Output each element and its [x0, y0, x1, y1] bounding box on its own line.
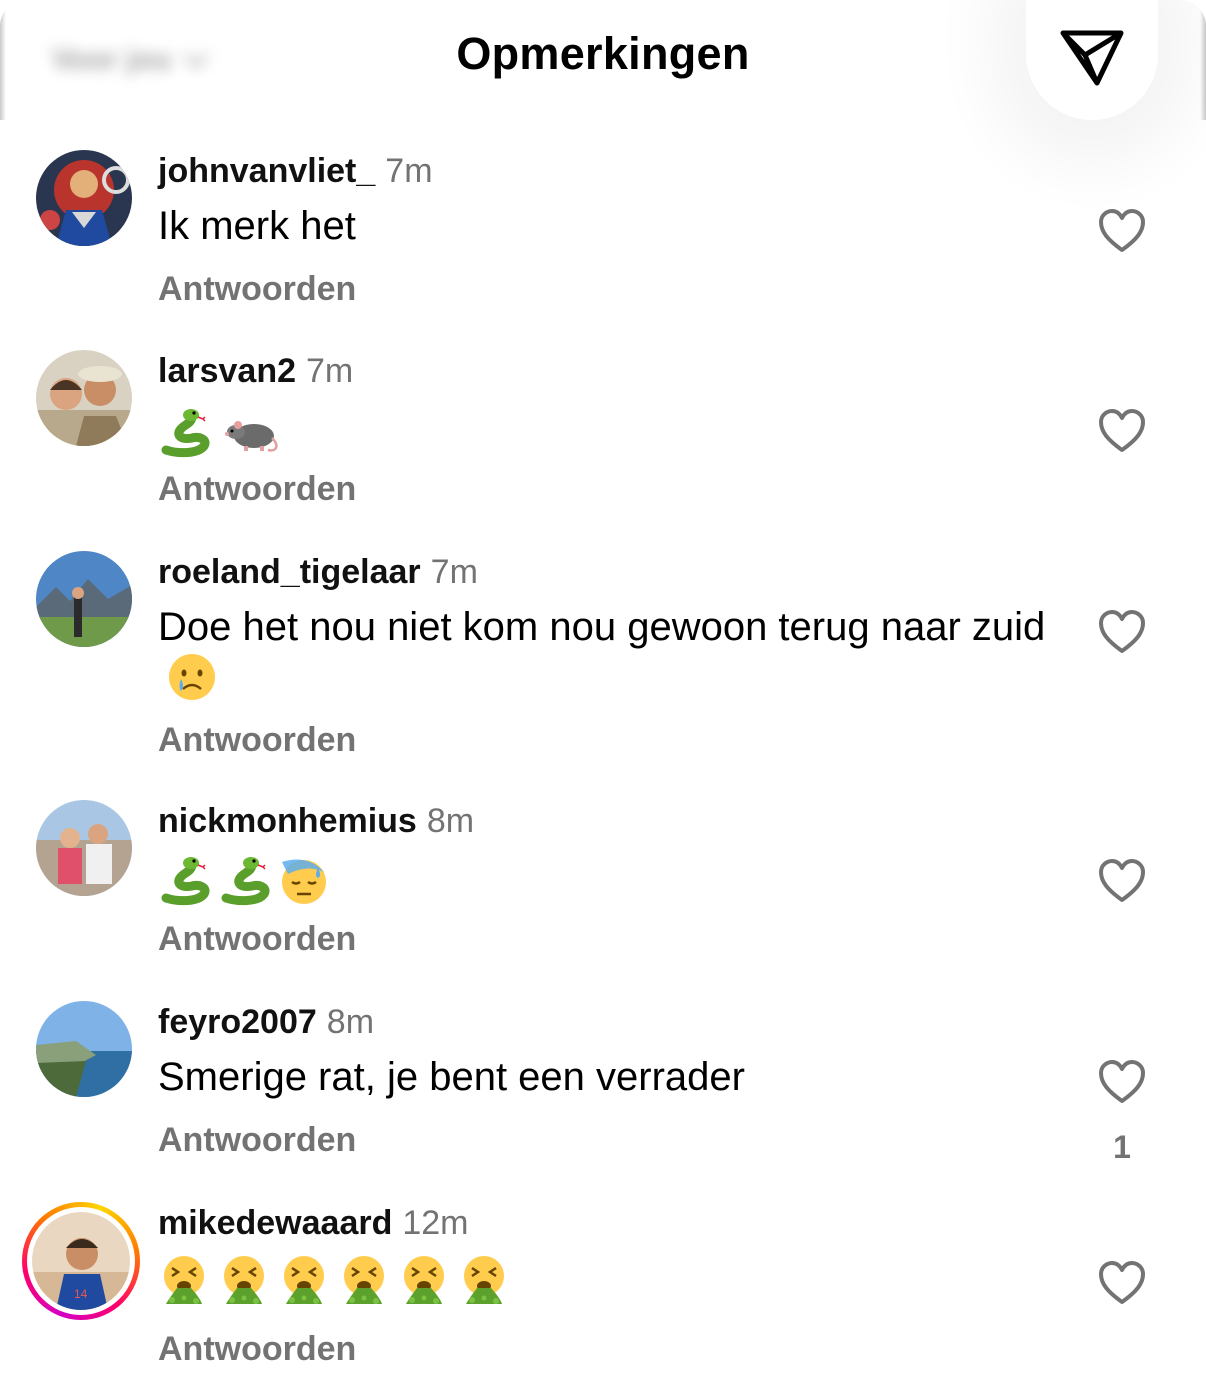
timestamp: 7m: [430, 553, 478, 591]
avatar[interactable]: [36, 551, 132, 647]
reply-button[interactable]: Antwoorden: [158, 470, 356, 509]
vomiting-face-emoji: [158, 1254, 210, 1306]
vomiting-face-emoji: [398, 1254, 450, 1306]
comment-meta: roeland_tigelaar 7m: [158, 551, 478, 593]
comment-item: roeland_tigelaar 7m Doe het nou niet kom …: [0, 551, 1206, 781]
heart-icon[interactable]: [1098, 1059, 1146, 1105]
comment-item: 14 mikedewaaard 12m Antwoorden: [0, 1202, 1206, 1390]
like-count: 1: [1113, 1129, 1131, 1165]
timestamp: 7m: [385, 152, 433, 190]
comment-emojis: [158, 406, 282, 458]
avatar: 14: [32, 1212, 130, 1310]
vomiting-face-emoji: [338, 1254, 390, 1306]
username[interactable]: roeland_tigelaar: [158, 553, 421, 591]
heart-icon[interactable]: [1098, 858, 1146, 904]
comment-item: feyro2007 8m Smerige rat, je bent een ver…: [0, 1001, 1206, 1181]
avatar[interactable]: [36, 350, 132, 446]
heart-icon[interactable]: [1098, 609, 1146, 655]
timestamp: 8m: [426, 802, 475, 840]
username[interactable]: johnvanvliet_: [158, 152, 375, 190]
vomiting-face-emoji: [278, 1254, 330, 1306]
comment-meta: feyro2007 8m: [158, 1001, 374, 1043]
snake-emoji: [158, 854, 210, 906]
comment-item: nickmonhemius 8m Antwoorden: [0, 800, 1206, 980]
comment-text: Smerige rat, je bent een verrader: [158, 1055, 745, 1099]
username[interactable]: mikedewaaard: [158, 1204, 392, 1242]
heart-icon[interactable]: [1098, 1260, 1146, 1306]
paper-plane-icon: [1060, 30, 1124, 86]
story-ring-avatar[interactable]: 14: [22, 1202, 140, 1320]
heart-icon[interactable]: [1098, 208, 1146, 254]
reply-button[interactable]: Antwoorden: [158, 270, 356, 309]
snake-emoji: [218, 854, 270, 906]
comment-text-content: Doe het nou niet kom nou gewoon terug na…: [158, 605, 1046, 649]
avatar-ring-gap: 14: [27, 1207, 135, 1315]
heart-icon[interactable]: [1098, 408, 1146, 454]
svg-text:14: 14: [74, 1287, 88, 1301]
downcast-sweat-face-emoji: [278, 854, 330, 906]
timestamp: 7m: [306, 352, 354, 390]
comment-text: Doe het nou niet kom nou gewoon terug na…: [158, 603, 1058, 703]
username[interactable]: nickmonhemius: [158, 802, 417, 840]
reply-button[interactable]: Antwoorden: [158, 1121, 356, 1160]
comment-emojis: [158, 1254, 510, 1306]
vomiting-face-emoji: [218, 1254, 270, 1306]
comment-emojis: [158, 854, 330, 906]
crying-face-emoji: [166, 651, 218, 703]
rat-emoji: [222, 406, 282, 458]
comment-meta: larsvan2 7m: [158, 350, 353, 392]
comment-item: johnvanvliet_ 7m Ik merk het Antwoorden: [0, 150, 1206, 330]
comment-item: larsvan2 7m Antwoorden: [0, 350, 1206, 530]
comment-meta: johnvanvliet_ 7m: [158, 150, 433, 192]
comment-meta: nickmonhemius 8m: [158, 800, 474, 842]
username[interactable]: feyro2007: [158, 1003, 317, 1041]
comment-text: Ik merk het: [158, 204, 356, 248]
avatar[interactable]: [36, 800, 132, 896]
timestamp: 8m: [326, 1003, 375, 1041]
vomiting-face-emoji: [458, 1254, 510, 1306]
reply-button[interactable]: Antwoorden: [158, 1330, 356, 1369]
timestamp: 12m: [402, 1204, 469, 1242]
sheet-header: Voor jou Opmerkingen: [0, 0, 1206, 120]
comments-sheet: Voor jou Opmerkingen johnvanvliet_ 7m Ik …: [0, 0, 1206, 1390]
reply-button[interactable]: Antwoorden: [158, 721, 356, 760]
avatar[interactable]: [36, 1001, 132, 1097]
reply-button[interactable]: Antwoorden: [158, 920, 356, 959]
avatar[interactable]: [36, 150, 132, 246]
comment-meta: mikedewaaard 12m: [158, 1202, 469, 1244]
share-button[interactable]: [1026, 0, 1158, 120]
snake-emoji: [158, 406, 210, 458]
username[interactable]: larsvan2: [158, 352, 296, 390]
